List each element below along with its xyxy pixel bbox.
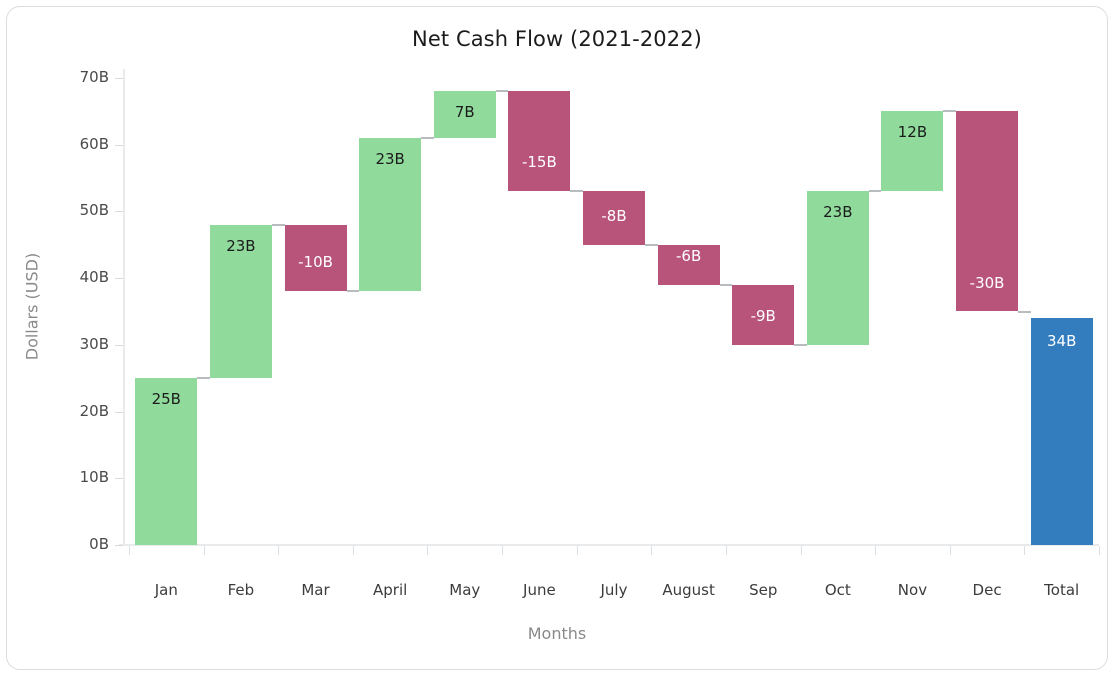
x-axis-tick-label: Oct (824, 581, 851, 599)
waterfall-connector (197, 377, 210, 380)
y-axis-tick (115, 78, 123, 79)
x-axis-tick-label: Jan (154, 581, 178, 599)
waterfall-connector (346, 290, 360, 293)
x-axis-tick-label: Dec (972, 581, 1002, 599)
bar-label-july: -8B (601, 206, 627, 225)
bar-label-august: -6B (675, 246, 702, 265)
y-axis-tick (115, 278, 123, 280)
y-axis-tick (115, 144, 123, 146)
bar-label-total: 34B (1046, 332, 1077, 351)
y-axis-tick (115, 344, 123, 346)
y-axis-tick-label-text: 30B (79, 334, 109, 353)
x-axis-tick (576, 546, 578, 555)
bar-total[interactable] (1030, 318, 1093, 545)
x-axis-tick-label: Nov (897, 581, 928, 599)
y-axis-tick (115, 211, 123, 213)
y-axis-tick-label-text: 10B (79, 468, 109, 487)
y-axis-tick-label: 0B (43, 535, 109, 553)
y-axis-tick (115, 411, 123, 413)
x-axis-line (119, 544, 1099, 546)
waterfall-connector (1018, 310, 1031, 313)
y-axis-tick-label-text: 60B (79, 134, 109, 153)
x-axis-tick-label: July (600, 581, 628, 599)
y-axis-tick-label-text: 50B (79, 201, 109, 220)
bar-label-dec: -30B (969, 273, 1005, 292)
y-axis-line (123, 69, 125, 546)
bar-label-may: 7B (454, 103, 475, 122)
x-axis-tick-label: Feb (227, 581, 255, 599)
waterfall-connector (719, 283, 733, 286)
bar-label-jan: 25B (151, 390, 181, 409)
y-axis-tick (115, 545, 123, 546)
y-axis-tick-label-text: 20B (79, 401, 109, 420)
bar-label-mar: -10B (298, 253, 333, 272)
x-axis-tick-label: May (449, 581, 481, 599)
x-axis-tick (352, 546, 354, 555)
y-axis-tick-label: 50B (43, 201, 109, 219)
waterfall-connector (570, 190, 583, 193)
waterfall-connector (495, 90, 509, 93)
y-axis-tick-label-text: 0B (89, 535, 109, 553)
x-axis-tick-label: Total (1044, 581, 1080, 599)
waterfall-connector (943, 110, 957, 113)
x-axis-tick (427, 546, 429, 555)
bar-label-nov: 12B (897, 123, 928, 142)
x-axis-tick-label: August (662, 581, 715, 599)
x-axis-tick (278, 546, 280, 555)
x-axis-tick (800, 546, 802, 555)
y-axis-tick-label: 40B (43, 268, 109, 286)
x-axis-tick (502, 546, 504, 555)
waterfall-connector (868, 190, 882, 193)
waterfall-connector (645, 243, 658, 246)
x-axis-tick-label: April (373, 581, 408, 599)
bar-label-oct: 23B (823, 203, 853, 222)
y-axis-tick-label: 60B (43, 135, 109, 153)
y-axis-tick-label-text: 70B (79, 68, 109, 86)
x-axis-title: Months (527, 624, 587, 643)
x-axis-tick (875, 546, 877, 555)
y-axis-tick-label: 20B (43, 402, 109, 420)
x-axis-tick (725, 546, 727, 555)
bar-june[interactable] (508, 91, 571, 192)
y-axis-tick-label-text: 40B (79, 268, 109, 287)
bar-label-feb: 23B (226, 236, 256, 255)
bar-label-sep: -9B (750, 306, 776, 325)
y-axis-tick (115, 478, 123, 480)
y-axis-title: Dollars (USD) (22, 252, 42, 361)
x-axis-tick-label: Sep (749, 581, 778, 599)
plot-area: 0B 10B 20B 30B 40B 50B 60B 70B Jan Feb Mar April Ma… (7, 7, 1109, 671)
x-axis-tick (949, 546, 951, 555)
waterfall-connector (421, 137, 434, 140)
x-axis-tick-label: June (523, 581, 556, 599)
bar-label-june: -15B (521, 153, 557, 172)
x-axis-tick-label: Mar (301, 581, 330, 599)
chart-card: Net Cash Flow (2021-2022) 0B 10B 20B 30B 40B… (6, 6, 1108, 670)
x-axis-tick (651, 546, 653, 555)
x-axis-tick (203, 546, 205, 555)
waterfall-connector (794, 343, 807, 346)
waterfall-connector (271, 223, 285, 226)
x-axis-tick (129, 546, 130, 555)
y-axis-tick-label: 30B (43, 335, 109, 353)
y-axis-tick-label: 70B (43, 68, 109, 86)
bar-label-april: 23B (375, 150, 405, 169)
x-axis-tick (1024, 546, 1026, 555)
y-axis-tick-label: 10B (43, 468, 109, 486)
x-axis-tick (1099, 546, 1100, 555)
